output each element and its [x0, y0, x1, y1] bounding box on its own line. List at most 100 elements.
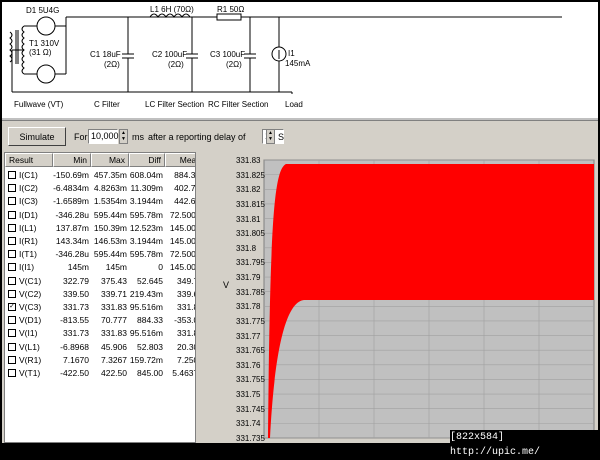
row-diff-value: 95.516m — [129, 302, 163, 312]
row-checkbox[interactable] — [8, 250, 16, 259]
row-checkbox[interactable] — [8, 329, 16, 338]
app-window: D1 5U4G T1 310V (31 Ω) L1 6H (70Ω) R1 50… — [2, 2, 598, 443]
y-tick-label: 331.745 — [236, 404, 265, 414]
delay-label: after a reporting delay of — [148, 132, 246, 142]
row-mean-value: 339.63 — [177, 288, 195, 299]
row-max-value: 595.44m — [93, 249, 127, 260]
seconds-label: S — [278, 132, 285, 142]
row-max-value: 7.3267 — [101, 354, 127, 365]
y-tick-label: 331.785 — [236, 287, 265, 297]
row-checkbox[interactable] — [8, 342, 16, 351]
column-header-min[interactable]: Min — [53, 153, 91, 167]
row-diff-value: 0 — [158, 262, 163, 273]
row-checkbox[interactable] — [8, 184, 16, 193]
y-tick-label: 331.77 — [236, 331, 261, 341]
table-row[interactable]: V(T1) -422.50 422.50 845.00 5.4637u — [5, 367, 195, 380]
row-checkbox[interactable] — [8, 171, 16, 179]
table-row[interactable]: I(C1) -150.69m 457.35m608.04m 884.37r — [5, 169, 195, 182]
row-result-name: I(T1) — [19, 249, 37, 260]
row-checkbox[interactable] — [8, 369, 16, 377]
section-c-filter: C Filter — [94, 100, 120, 109]
ms-label: ms — [132, 132, 144, 142]
table-row[interactable]: I(C2) -6.4834m 4.8263m11.309m 402.74r — [5, 182, 195, 195]
row-max-value: 595.44m — [93, 209, 127, 220]
column-header-result[interactable]: Result — [5, 153, 53, 167]
row-result-name: V(T1) — [19, 368, 41, 378]
table-row[interactable]: I(C3) -1.6589m 1.5354m3.1944m 442.65r — [5, 195, 196, 208]
y-tick-label: 331.79 — [236, 273, 261, 283]
table-row[interactable]: V(I1) 331.73 331.8395.516m 331.80 — [5, 327, 195, 340]
table-row[interactable]: I(L1) 137.87m 150.39m12.523m 145.00m — [5, 222, 196, 235]
table-row[interactable]: I(R1) 143.34m 146.53m3.1944m 145.00m — [5, 235, 195, 248]
section-lc-filter: LC Filter Section — [145, 100, 205, 109]
row-diff-value: 595.78m — [129, 249, 163, 260]
row-checkbox[interactable] — [8, 197, 16, 206]
y-tick-label: 331.775 — [236, 316, 265, 326]
row-min-value: -346.28u — [55, 209, 89, 220]
section-rc-filter: RC Filter Section — [208, 100, 269, 109]
for-label: For — [74, 132, 88, 142]
row-result-name: I(C1) — [19, 170, 38, 180]
row-result-name: V(C3) — [19, 302, 42, 312]
table-row[interactable]: ✓V(C3) 331.73 331.8395.516m 331.80 — [5, 301, 195, 314]
row-checkbox[interactable]: ✓ — [8, 303, 16, 311]
simulate-button[interactable]: Simulate — [8, 127, 66, 146]
y-tick-label: 331.755 — [236, 375, 265, 385]
row-diff-value: 608.04m — [129, 170, 163, 180]
duration-spinner[interactable]: ▲ ▼ — [119, 129, 128, 144]
row-result-name: I(C3) — [19, 196, 38, 207]
row-checkbox[interactable] — [8, 210, 16, 219]
duration-input[interactable]: 10,000 — [88, 129, 119, 144]
row-max-value: 1.5354m — [93, 196, 127, 207]
row-checkbox[interactable] — [8, 276, 16, 285]
row-checkbox[interactable] — [8, 263, 16, 272]
y-tick-label: 331.81 — [236, 214, 261, 224]
row-mean-value: 442.65r — [174, 196, 196, 207]
row-result-name: I(D1) — [19, 209, 38, 220]
column-header-mean[interactable]: Mean — [165, 153, 195, 167]
y-tick-label: 331.83 — [236, 156, 261, 165]
row-max-value: 339.71 — [101, 288, 127, 299]
delay-spinner[interactable]: ▲ ▼ — [266, 129, 275, 144]
waveform-plot: 331.83 331.825 331.82 331.815 331.81 331.805 3… — [198, 152, 598, 443]
row-checkbox[interactable] — [8, 316, 16, 325]
row-min-value: 331.73 — [63, 302, 89, 312]
table-row[interactable]: V(C1) 322.79 375.43 52.645 349.78 — [5, 275, 195, 288]
row-max-value: 331.83 — [101, 328, 127, 339]
y-tick-label: 331.8 — [236, 243, 257, 253]
row-diff-value: 52.645 — [137, 275, 163, 286]
table-row[interactable]: V(C2) 339.50 339.71219.43m 339.63 — [5, 288, 195, 301]
table-row[interactable]: I(D1) -346.28u 595.44m595.78m 72.500m — [5, 209, 195, 222]
row-diff-value: 884.33 — [137, 315, 163, 326]
c2-resistance-label: (2Ω) — [168, 60, 184, 69]
row-result-name: I(I1) — [19, 262, 35, 273]
y-tick-label: 331.825 — [236, 170, 265, 180]
row-min-value: 339.50 — [63, 288, 89, 299]
table-row[interactable]: I(T1) -346.28u 595.44m595.78m 72.500m — [5, 248, 195, 261]
row-checkbox[interactable] — [8, 355, 16, 364]
row-result-name: I(R1) — [19, 236, 38, 246]
row-mean-value: 145.00m — [169, 262, 196, 273]
row-max-value: 331.83 — [101, 302, 127, 312]
row-max-value: 422.50 — [101, 368, 127, 378]
table-row[interactable]: V(D1) -813.55 70.777 884.33 -353.09 — [5, 314, 195, 327]
column-header-max[interactable]: Max — [91, 153, 129, 167]
row-checkbox[interactable] — [8, 223, 16, 232]
table-row[interactable]: V(R1) 7.1670 7.3267159.72m 7.2500 — [5, 354, 195, 367]
row-diff-value: 52.803 — [137, 341, 163, 352]
column-header-diff[interactable]: Diff — [129, 153, 165, 167]
table-row[interactable]: I(I1) 145m 145m 0 145.00m — [5, 261, 196, 274]
y-tick-label: 331.795 — [236, 258, 265, 268]
row-diff-value: 11.309m — [130, 183, 163, 194]
row-result-name: V(L1) — [19, 341, 40, 352]
row-diff-value: 95.516m — [129, 328, 163, 339]
table-row[interactable]: V(L1) -6.8968 45.906 52.803 20.300 — [5, 341, 195, 354]
row-max-value: 375.43 — [101, 275, 127, 286]
row-mean-value: 145.00m — [169, 222, 196, 233]
circuit-schematic: D1 5U4G T1 310V (31 Ω) L1 6H (70Ω) R1 50… — [2, 2, 598, 120]
y-tick-label: 331.75 — [236, 390, 261, 400]
row-checkbox[interactable] — [8, 237, 16, 245]
c1-label: C1 18uF — [90, 50, 121, 59]
row-checkbox[interactable] — [8, 289, 16, 298]
row-result-name: V(D1) — [19, 315, 42, 326]
